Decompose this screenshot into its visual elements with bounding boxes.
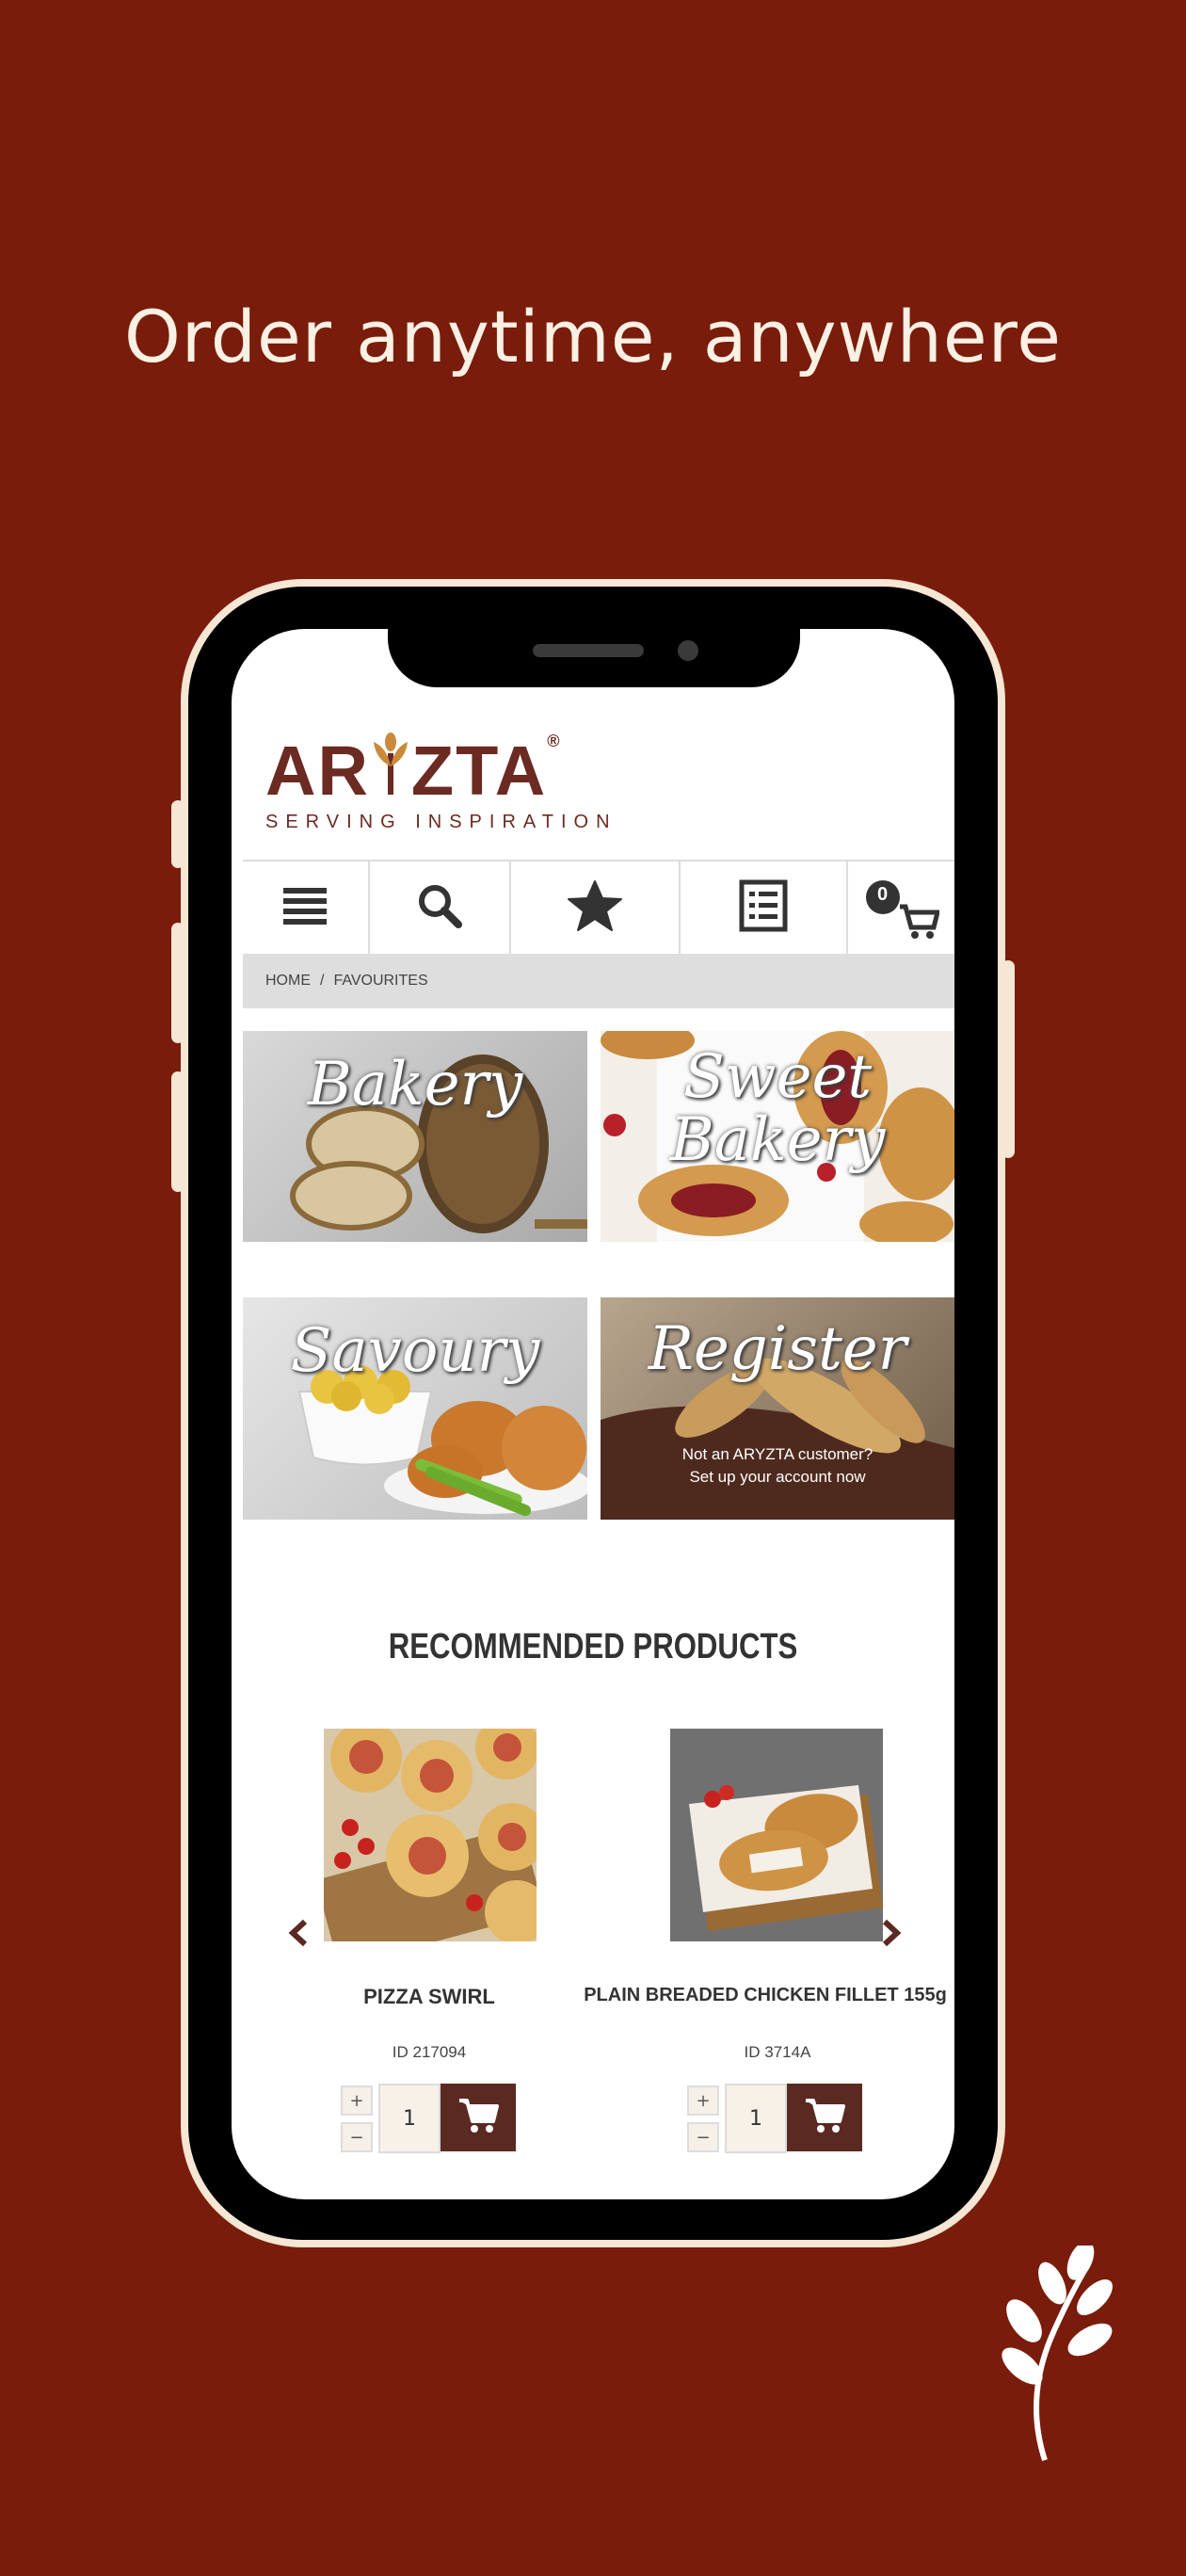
category-title-sweet-bakery: Sweet Bakery (601, 1042, 954, 1176)
product-image-chicken-fillet[interactable] (670, 1729, 883, 1941)
chevron-right-icon (881, 1919, 902, 1951)
add-to-cart-button[interactable] (441, 2084, 516, 2151)
toolbar: 0 (243, 860, 954, 956)
recommended-products-heading: RECOMMENDED PRODUCTS (388, 1627, 798, 1666)
cart-button[interactable]: 0 (848, 861, 954, 954)
wheat-leaf-icon (996, 2241, 1118, 2466)
qty-increase-button[interactable]: + (687, 2085, 719, 2116)
category-title-savoury: Savoury (290, 1316, 540, 1386)
menu-button[interactable] (243, 861, 370, 954)
registered-mark: ® (547, 732, 562, 750)
qty-decrease-button[interactable]: − (687, 2122, 719, 2152)
cart-icon (804, 2097, 845, 2138)
product-id-chicken-fillet: ID 3714A (744, 2043, 811, 2061)
wheat-mark-icon (370, 733, 411, 806)
qty-increase-button[interactable]: + (341, 2085, 373, 2116)
star-icon (567, 879, 623, 936)
plus-icon: + (696, 2090, 711, 2111)
plus-icon: + (349, 2090, 364, 2111)
category-tile-savoury[interactable]: Savoury (243, 1297, 587, 1520)
phone-mute-switch (171, 800, 184, 868)
aryzta-logo[interactable]: AR ZTA® SERVING INSPIRATION (265, 733, 617, 833)
category-title-bakery: Bakery (307, 1050, 523, 1119)
register-subtitle: Not an ARYZTA customer? Set up your acco… (601, 1443, 954, 1489)
menu-icon (281, 884, 329, 931)
chevron-left-icon (288, 1919, 309, 1951)
qty-decrease-button[interactable]: − (341, 2122, 373, 2152)
cart-icon (457, 2097, 499, 2138)
phone-volume-up (171, 923, 184, 1043)
order-list-button[interactable] (681, 861, 849, 954)
breadcrumb: HOME / FAVOURITES (243, 954, 954, 1008)
favourites-button[interactable] (511, 861, 681, 954)
minus-icon: − (696, 2127, 711, 2148)
breadcrumb-current: FAVOURITES (333, 973, 428, 989)
search-icon (416, 882, 463, 933)
product-id-pizza-swirl: ID 217094 (392, 2043, 467, 2061)
phone-power-button (1002, 960, 1015, 1158)
category-tile-register[interactable]: Register Not an ARYZTA customer? Set up … (601, 1297, 954, 1520)
qty-input[interactable]: 1 (378, 2084, 441, 2153)
minus-icon: − (349, 2127, 364, 2148)
pizza-swirl-photo (324, 1729, 537, 1941)
chicken-fillet-photo (670, 1729, 883, 1941)
carousel-prev-button[interactable] (288, 1919, 309, 1951)
cart-icon: 0 (864, 875, 940, 941)
phone-camera (678, 640, 698, 661)
headline: Order anytime, anywhere (123, 295, 1062, 378)
register-subtitle-line1: Not an ARYZTA customer? (681, 1445, 873, 1463)
app-screen: AR ZTA® SERVING INSPIRATION 0 HOME / FAV… (232, 629, 954, 2199)
qty-input[interactable]: 1 (725, 2084, 787, 2153)
search-button[interactable] (370, 861, 511, 954)
logo-text-left: AR (265, 732, 370, 810)
breadcrumb-separator: / (320, 973, 325, 989)
logo-text-right: ZTA (410, 732, 548, 810)
phone-speaker (533, 644, 644, 657)
category-title-sweet-line1: Sweet (682, 1042, 873, 1112)
logo-tagline: SERVING INSPIRATION (265, 812, 617, 832)
breadcrumb-home[interactable]: HOME (265, 973, 311, 990)
product-name-chicken-fillet[interactable]: PLAIN BREADED CHICKEN FILLET 155g (582, 1985, 949, 2006)
category-tile-bakery[interactable]: Bakery (243, 1031, 587, 1242)
phone-volume-down (171, 1071, 184, 1192)
list-icon (739, 879, 788, 936)
product-image-pizza-swirl[interactable] (324, 1729, 537, 1941)
category-tile-sweet-bakery[interactable]: Sweet Bakery (601, 1031, 954, 1242)
category-title-register: Register (648, 1314, 907, 1384)
category-title-sweet-line2: Bakery (669, 1105, 886, 1176)
register-subtitle-line2: Set up your account now (689, 1467, 866, 1486)
product-name-pizza-swirl[interactable]: PIZZA SWIRL (288, 1985, 570, 2009)
carousel-next-button[interactable] (881, 1919, 902, 1951)
add-to-cart-button[interactable] (787, 2084, 862, 2151)
cart-count-badge: 0 (877, 884, 889, 905)
